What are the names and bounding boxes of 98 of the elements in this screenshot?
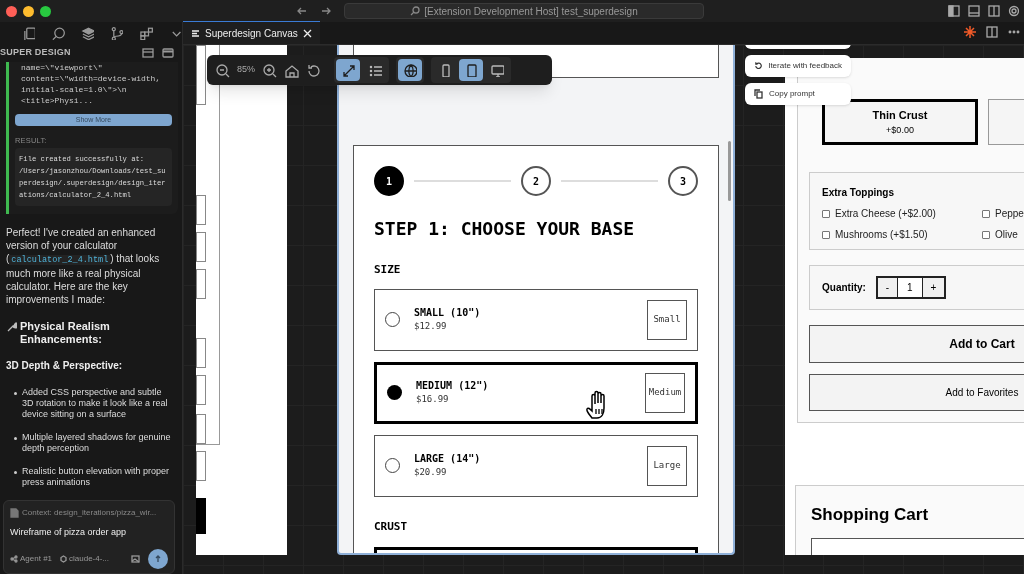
forward-arrow-icon[interactable] xyxy=(320,5,332,17)
window-icon[interactable] xyxy=(162,48,174,58)
topping-label: Peppe xyxy=(995,207,1024,221)
section-heading: Physical Realism Enhancements: xyxy=(20,320,111,347)
bullet-text: Realistic button elevation with proper press animations xyxy=(22,466,171,489)
broken-image: Medium xyxy=(645,372,685,413)
checkbox[interactable] xyxy=(822,230,830,239)
step-heading: STEP 1: CHOOSE YOUR BASE xyxy=(374,217,636,241)
crust-option[interactable]: Thin Crust +$0.00 xyxy=(822,99,978,145)
crust-price: +$0.00 xyxy=(886,123,914,137)
wireframe-box xyxy=(196,498,206,534)
size-option[interactable]: MEDIUM (12") $16.99 Medium xyxy=(374,361,698,424)
radio-button[interactable] xyxy=(387,385,402,400)
checkbox[interactable] xyxy=(982,209,990,218)
increment-button[interactable]: + xyxy=(921,278,944,297)
broken-image: Large xyxy=(647,445,687,486)
crust-name: Thin Crust xyxy=(872,108,928,123)
arrow-up-icon xyxy=(154,555,162,563)
cart-heading: Shopping Cart xyxy=(811,504,930,526)
zoom-level: 85% xyxy=(237,63,255,77)
layers-icon[interactable] xyxy=(80,26,94,40)
section-label: CRUST xyxy=(374,518,409,535)
minimize-window-button[interactable] xyxy=(23,5,34,17)
list-icon xyxy=(368,63,382,77)
size-price: $16.99 xyxy=(416,393,450,407)
decrement-button[interactable]: - xyxy=(877,278,898,297)
sparkle-icon[interactable] xyxy=(964,26,976,38)
image-icon[interactable] xyxy=(131,555,140,563)
panel-heading: Extra Toppings xyxy=(822,186,896,200)
size-price: $12.99 xyxy=(414,320,448,334)
add-to-favorites-button[interactable]: Add to Favorites xyxy=(809,374,1024,411)
split-layout-icon[interactable] xyxy=(988,5,1000,17)
close-icon[interactable] xyxy=(302,28,312,38)
search-icon[interactable] xyxy=(51,26,65,40)
fit-view-button[interactable] xyxy=(336,59,360,81)
broken-image: Small xyxy=(647,299,687,340)
size-option[interactable]: LARGE (14") $20.99 Large xyxy=(374,434,698,497)
file-icon xyxy=(10,508,19,518)
quantity-label: Quantity: xyxy=(822,281,866,295)
panel-title: SUPER DESIGN xyxy=(0,46,71,60)
editor-tab[interactable]: Superdesign Canvas xyxy=(183,21,320,44)
section-label: SIZE xyxy=(374,262,402,278)
agent-selector[interactable]: Agent #1 xyxy=(10,553,53,565)
copy-icon xyxy=(754,89,763,99)
checkbox[interactable] xyxy=(982,230,990,239)
refresh-icon xyxy=(754,61,763,71)
topping-label: Olive xyxy=(995,228,1018,242)
search-field-text: [Extension Development Host] test_superdesign xyxy=(424,4,638,19)
topping-label: Mushrooms (+$1.50) xyxy=(835,228,928,242)
tablet-view-button[interactable] xyxy=(459,59,483,81)
code-line: content=\"width=device-width, xyxy=(21,73,162,84)
model-selector[interactable]: claude-4-... xyxy=(60,553,110,565)
inline-code: calculator_2_4.html xyxy=(9,255,111,266)
settings-icon[interactable] xyxy=(1008,5,1020,17)
desktop-icon xyxy=(490,63,504,77)
topping-label: Extra Cheese (+$2.00) xyxy=(835,207,936,221)
source-control-icon[interactable] xyxy=(110,26,124,40)
agent-icon xyxy=(10,555,18,563)
bullet-text: Added CSS perspective and subtle 3D rotation to make it look like a real device sitting on a surface xyxy=(22,387,169,421)
back-arrow-icon[interactable] xyxy=(296,5,308,17)
zoom-in-icon[interactable] xyxy=(262,62,277,78)
context-label: Context: design_iterations/pizza_wir... xyxy=(22,507,157,519)
size-name: MEDIUM (12") xyxy=(416,379,489,394)
search-icon xyxy=(410,6,421,16)
model-icon xyxy=(60,555,68,563)
code-line: name=\"viewport\" xyxy=(21,62,104,73)
send-button[interactable] xyxy=(148,549,168,569)
command-search-field[interactable]: [Extension Development Host] test_superdesign xyxy=(344,3,704,19)
size-price: $20.99 xyxy=(414,466,448,480)
code-line: <title>Physi... xyxy=(21,95,94,106)
reset-icon[interactable] xyxy=(306,62,321,78)
menu-item[interactable]: Iterate with feedback xyxy=(745,55,851,77)
add-to-cart-button[interactable]: Add to Cart xyxy=(809,325,1024,363)
split-editor-icon[interactable] xyxy=(986,26,998,38)
bullet-text: Multiple layered shadows for genuine depth perception xyxy=(22,432,172,455)
new-chat-icon[interactable] xyxy=(142,48,154,58)
menu-item[interactable]: Copy prompt xyxy=(745,83,851,105)
size-option[interactable]: SMALL (10") $12.99 Small xyxy=(374,288,698,351)
sidebar-toggle-icon[interactable] xyxy=(948,5,960,17)
size-name: LARGE (14") xyxy=(414,452,481,467)
scrollbar-thumb xyxy=(728,141,731,201)
size-name: SMALL (10") xyxy=(414,306,481,321)
close-window-button[interactable] xyxy=(6,5,17,17)
globe-icon xyxy=(403,63,417,77)
quantity-value: 1 xyxy=(897,278,922,297)
preview-icon xyxy=(191,28,200,38)
files-icon[interactable] xyxy=(22,26,36,40)
tablet-icon xyxy=(464,63,478,77)
checkbox[interactable] xyxy=(822,209,830,218)
chat-input-field[interactable]: Wireframe of pizza order app xyxy=(10,525,168,539)
maximize-window-button[interactable] xyxy=(40,5,51,17)
code-line: initial-scale=1.0\">\n xyxy=(21,84,128,95)
extensions-icon[interactable] xyxy=(139,26,153,40)
expand-icon xyxy=(341,63,355,77)
globe-button[interactable] xyxy=(398,59,422,81)
sub-heading: 3D Depth & Perspective: xyxy=(5,359,124,374)
panel-toggle-icon[interactable] xyxy=(968,5,980,17)
zoom-out-icon[interactable] xyxy=(215,62,230,78)
